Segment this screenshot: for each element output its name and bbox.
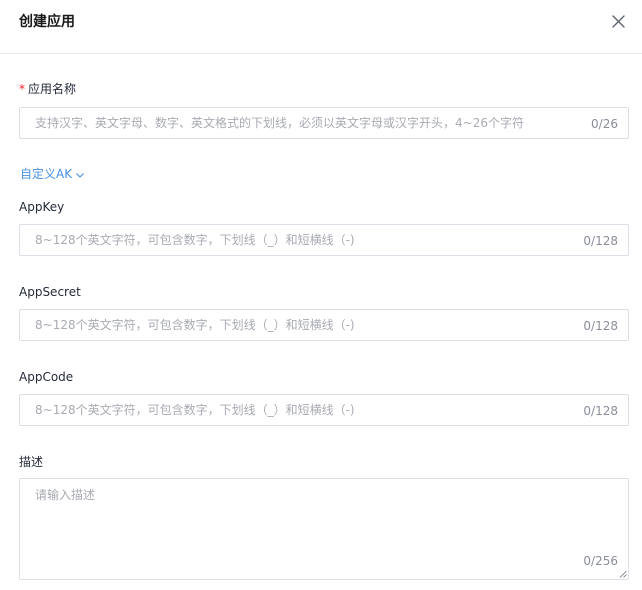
custom-ak-toggle[interactable]: 自定义AK [20, 166, 85, 182]
description-label: 描述 [19, 455, 44, 469]
app-secret-input[interactable]: 8~128个英文字符，可包含数字，下划线（_）和短横线（-) 0/128 [19, 309, 629, 341]
app-code-counter: 0/128 [583, 404, 618, 418]
app-code-label: AppCode [19, 370, 74, 384]
description-placeholder: 请输入描述 [35, 488, 96, 502]
app-code-placeholder: 8~128个英文字符，可包含数字，下划线（_）和短横线（-) [35, 403, 355, 417]
app-name-label: * 应用名称 [19, 81, 76, 97]
dialog-title: 创建应用 [19, 14, 75, 30]
app-key-input[interactable]: 8~128个英文字符，可包含数字，下划线（_）和短横线（-) 0/128 [19, 224, 629, 256]
close-button[interactable] [610, 13, 627, 30]
app-key-placeholder: 8~128个英文字符，可包含数字，下划线（_）和短横线（-) [35, 233, 355, 247]
app-key-counter: 0/128 [583, 234, 618, 248]
app-key-label: AppKey [19, 200, 65, 214]
app-name-input[interactable]: 支持汉字、英文字母、数字、英文格式的下划线，必须以英文字母或汉字开头，4~26个… [19, 107, 629, 139]
app-code-input[interactable]: 8~128个英文字符，可包含数字，下划线（_）和短横线（-) 0/128 [19, 394, 629, 426]
app-name-label-text: 应用名称 [28, 82, 77, 96]
app-name-counter: 0/26 [591, 117, 618, 131]
app-name-placeholder: 支持汉字、英文字母、数字、英文格式的下划线，必须以英文字母或汉字开头，4~26个… [35, 116, 524, 130]
resize-grip-icon[interactable] [619, 570, 627, 578]
description-counter: 0/256 [583, 554, 618, 568]
app-secret-counter: 0/128 [583, 319, 618, 333]
create-app-dialog: 创建应用 * 应用名称 支持汉字、英文字母、数字、英文格式的下划线，必须以英文字母… [0, 0, 642, 590]
chevron-down-icon [76, 172, 84, 178]
dialog-header: 创建应用 [0, 0, 642, 54]
app-secret-label: AppSecret [19, 285, 81, 299]
custom-ak-toggle-label: 自定义AK [20, 167, 73, 181]
required-mark: * [19, 82, 25, 96]
description-textarea[interactable]: 请输入描述 0/256 [19, 478, 629, 580]
close-icon [612, 15, 625, 28]
app-secret-placeholder: 8~128个英文字符，可包含数字，下划线（_）和短横线（-) [35, 318, 355, 332]
